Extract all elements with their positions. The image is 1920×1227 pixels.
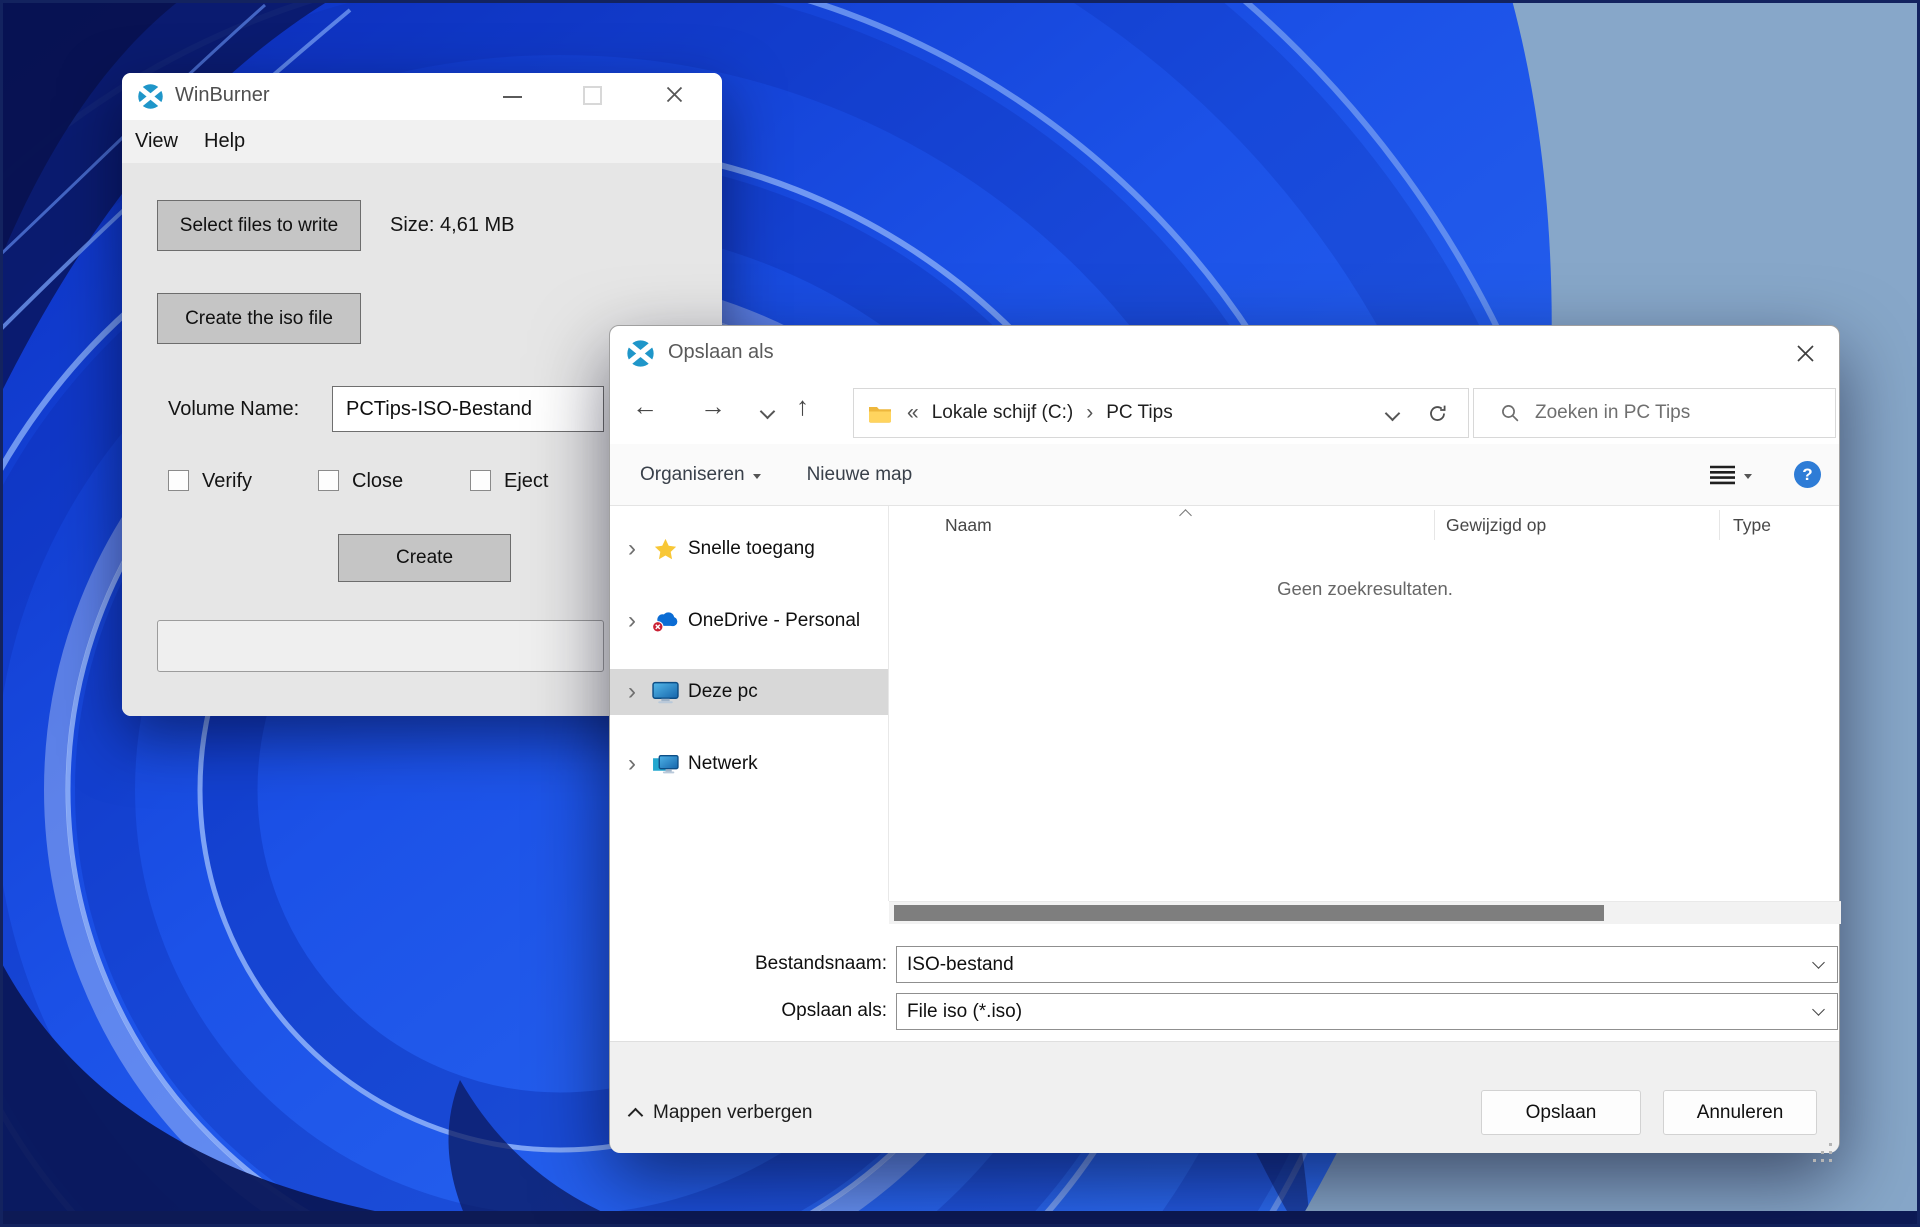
view-list-icon[interactable] (1709, 464, 1736, 485)
create-button[interactable]: Create (338, 534, 511, 582)
this-pc-icon (652, 680, 679, 705)
sidebar-separator (888, 506, 889, 901)
dialog-body: › Snelle toegang › OneDrive - Personal (610, 506, 1839, 901)
expand-chevron-icon[interactable]: › (628, 609, 644, 633)
column-header-name[interactable]: Naam (945, 515, 992, 536)
column-header-date-modified[interactable]: Gewijzigd op (1446, 515, 1546, 536)
recent-locations-icon[interactable] (760, 404, 776, 420)
save-as-titlebar[interactable]: Opslaan als (610, 326, 1839, 381)
progress-bar (157, 620, 604, 672)
sidebar-item-network[interactable]: › Netwerk (610, 741, 888, 787)
file-list-header: Naam Gewijzigd op Type (889, 506, 1841, 544)
save-as-type-select[interactable]: File iso (*.iso) (896, 993, 1838, 1030)
winburner-titlebar[interactable]: WinBurner (122, 73, 722, 120)
network-icon (652, 752, 679, 777)
search-placeholder: Zoeken in PC Tips (1535, 402, 1690, 424)
breadcrumb-segment-drive[interactable]: Lokale schijf (C:) (932, 402, 1074, 424)
save-as-type-dropdown-icon[interactable] (1812, 1003, 1825, 1016)
refresh-icon[interactable] (1420, 403, 1454, 424)
eject-checkbox-label[interactable]: Eject (504, 470, 548, 493)
sort-ascending-icon (1179, 509, 1192, 522)
breadcrumb-separator: › (1086, 401, 1093, 425)
save-as-type-value: File iso (*.iso) (907, 1001, 1022, 1023)
hide-folders-label: Mappen verbergen (653, 1102, 813, 1124)
menu-help[interactable]: Help (191, 130, 258, 153)
breadcrumb-collapse[interactable]: « (907, 401, 919, 425)
save-button[interactable]: Opslaan (1481, 1090, 1641, 1135)
forward-icon[interactable]: → (700, 393, 726, 419)
close-checkbox-label[interactable]: Close (352, 470, 403, 493)
winburner-menubar: View Help (122, 120, 722, 163)
navigation-bar: ← → ↑ « Lokale schijf (C:) › PC Tips (610, 381, 1839, 444)
scrollbar-thumb[interactable] (894, 905, 1604, 921)
expand-chevron-icon[interactable]: › (628, 752, 644, 776)
verify-checkbox[interactable] (168, 470, 189, 491)
up-icon[interactable]: ↑ (796, 393, 809, 419)
view-dropdown-icon[interactable] (1744, 474, 1752, 479)
sidebar-item-label[interactable]: Deze pc (688, 681, 758, 703)
address-dropdown-icon[interactable] (1372, 408, 1412, 419)
breadcrumb-segment-folder[interactable]: PC Tips (1106, 402, 1173, 424)
empty-results-message: Geen zoekresultaten. (889, 578, 1841, 600)
create-iso-file-button[interactable]: Create the iso file (157, 293, 361, 344)
expand-chevron-icon[interactable]: › (628, 537, 644, 561)
organize-label: Organiseren (640, 464, 745, 486)
filename-label: Bestandsnaam: (610, 953, 887, 975)
sidebar-item-quick-access[interactable]: › Snelle toegang (610, 526, 888, 572)
save-as-dialog: Opslaan als ← → ↑ « Lokale schijf (C:) ›… (609, 325, 1840, 1152)
size-text: Size: 4,61 MB (390, 214, 515, 237)
close-checkbox[interactable] (318, 470, 339, 491)
address-bar[interactable]: « Lokale schijf (C:) › PC Tips (853, 388, 1469, 438)
folder-icon (868, 404, 892, 423)
new-folder-button[interactable]: Nieuwe map (807, 464, 913, 486)
select-files-button[interactable]: Select files to write (157, 200, 361, 251)
column-header-type[interactable]: Type (1733, 515, 1771, 536)
resize-grip[interactable] (1829, 1143, 1832, 1146)
volume-name-label: Volume Name: (168, 398, 299, 421)
close-icon[interactable] (666, 86, 683, 103)
save-as-app-icon (626, 339, 655, 368)
winburner-title: WinBurner (175, 84, 269, 107)
filename-dropdown-icon[interactable] (1812, 956, 1825, 969)
chevron-up-icon (628, 1108, 644, 1124)
column-divider[interactable] (1719, 510, 1720, 540)
winburner-app-icon (137, 83, 164, 110)
cancel-button[interactable]: Annuleren (1663, 1090, 1817, 1135)
organize-button[interactable]: Organiseren (640, 464, 761, 486)
menu-view[interactable]: View (122, 130, 191, 153)
sidebar-item-onedrive[interactable]: › OneDrive - Personal (610, 598, 888, 644)
column-divider[interactable] (1434, 510, 1435, 540)
sidebar-item-label[interactable]: Snelle toegang (688, 538, 815, 560)
search-input[interactable]: Zoeken in PC Tips (1473, 388, 1836, 438)
dialog-footer: Mappen verbergen Opslaan Annuleren (610, 1041, 1839, 1153)
expand-chevron-icon[interactable]: › (628, 680, 644, 704)
search-icon (1500, 403, 1520, 423)
star-icon (652, 537, 679, 562)
filename-input[interactable]: ISO-bestand (896, 946, 1838, 983)
back-icon[interactable]: ← (632, 393, 658, 419)
desktop: WinBurner View Help Select files to writ… (0, 0, 1920, 1227)
eject-checkbox[interactable] (470, 470, 491, 491)
verify-checkbox-label[interactable]: Verify (202, 470, 252, 493)
filename-value: ISO-bestand (907, 954, 1014, 976)
minimize-icon[interactable] (503, 96, 522, 98)
toolbar-right-group: ? (1709, 461, 1821, 488)
hide-folders-button[interactable]: Mappen verbergen (630, 1102, 813, 1124)
sidebar-item-label[interactable]: Netwerk (688, 753, 758, 775)
help-icon[interactable]: ? (1794, 461, 1821, 488)
sidebar-item-label[interactable]: OneDrive - Personal (688, 610, 860, 632)
save-as-title: Opslaan als (668, 341, 774, 364)
dialog-close-icon[interactable] (1796, 344, 1815, 363)
volume-name-input[interactable]: PCTips-ISO-Bestand (332, 386, 604, 432)
dialog-toolbar: Organiseren Nieuwe map ? (610, 444, 1839, 506)
save-as-type-label: Opslaan als: (610, 1000, 887, 1022)
maximize-icon[interactable] (583, 86, 602, 105)
horizontal-scrollbar[interactable] (889, 901, 1841, 924)
onedrive-icon (652, 609, 679, 634)
organize-dropdown-icon (753, 474, 761, 479)
sidebar-item-this-pc[interactable]: › Deze pc (610, 669, 888, 715)
